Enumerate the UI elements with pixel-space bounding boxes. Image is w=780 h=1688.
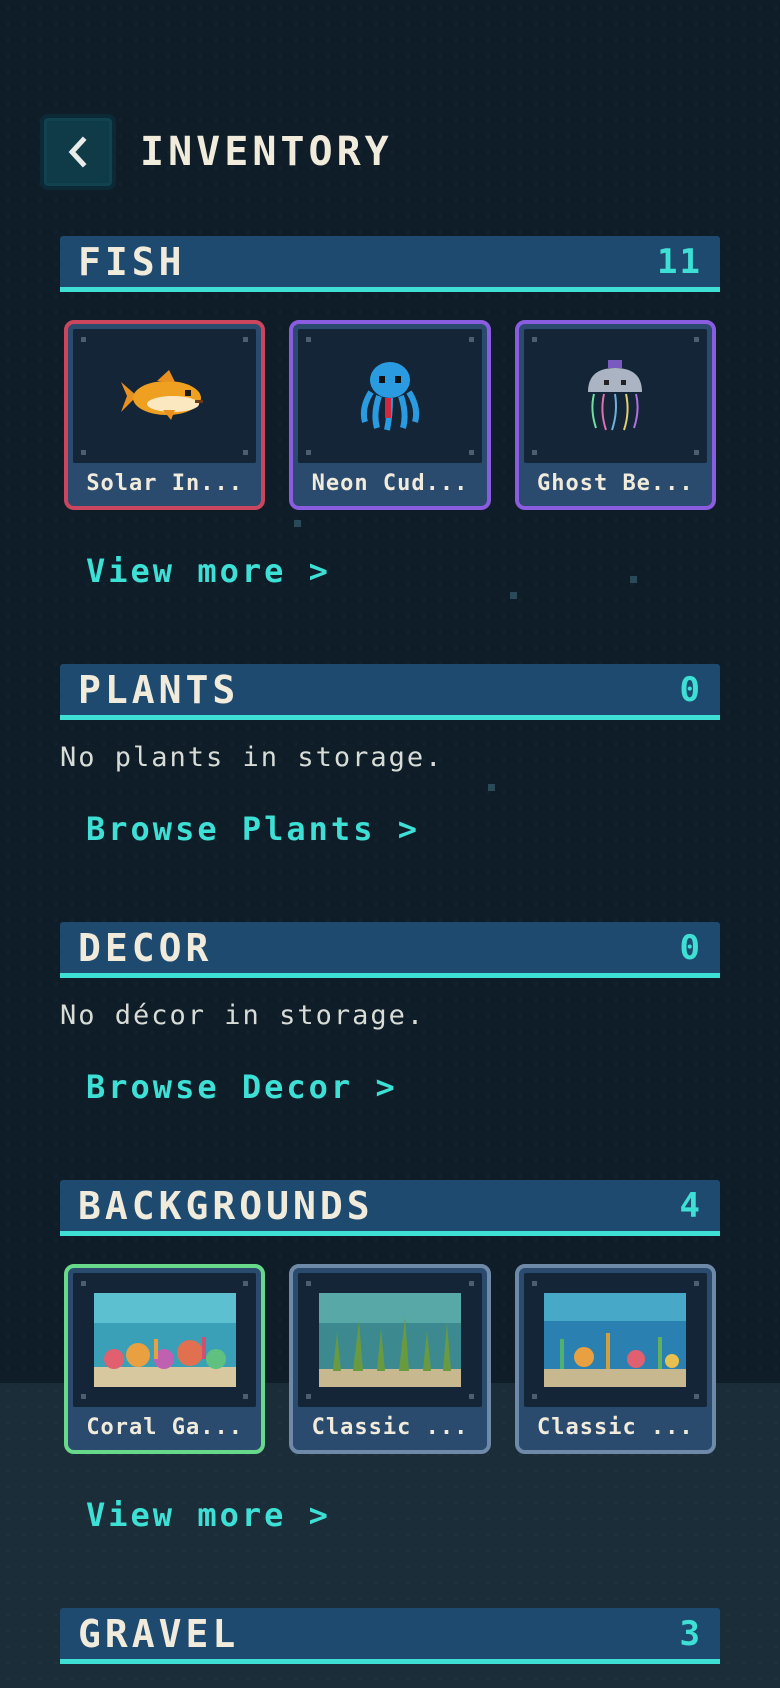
inventory-card-background[interactable]: Classic ... — [514, 1264, 716, 1454]
card-image-frame — [523, 1273, 707, 1407]
card-label: Solar In... — [86, 471, 244, 496]
view-more-backgrounds-link[interactable]: View more > — [86, 1496, 331, 1534]
blue-octopus-icon — [360, 362, 420, 431]
section-count: 0 — [679, 927, 702, 968]
back-button[interactable] — [40, 114, 116, 190]
decorative-speck — [510, 592, 517, 599]
card-image-frame — [73, 1273, 257, 1407]
section-header-gravel: GRAVEL 3 — [60, 1608, 720, 1664]
decorative-speck — [488, 784, 495, 791]
kelp-scene-icon — [318, 1293, 461, 1387]
orange-fish-icon — [120, 370, 203, 420]
card-image-frame — [298, 1273, 482, 1407]
decorative-speck — [294, 520, 301, 527]
reef-scene-icon — [544, 1293, 687, 1387]
backgrounds-card-row: Coral Ga... Classic ... Classic ... — [64, 1264, 716, 1454]
section-header-fish: FISH 11 — [60, 236, 720, 292]
section-count: 0 — [679, 669, 702, 710]
section-title: GRAVEL — [78, 1611, 240, 1656]
page-header: INVENTORY — [40, 112, 393, 192]
inventory-card-background[interactable]: Classic ... — [289, 1264, 491, 1454]
section-count: 4 — [679, 1185, 702, 1226]
section-count: 11 — [657, 241, 702, 282]
card-label: Coral Ga... — [86, 1415, 244, 1440]
inventory-card-fish[interactable]: Ghost Be... — [514, 320, 716, 510]
section-header-plants: PLANTS 0 — [60, 664, 720, 720]
inventory-card-fish[interactable]: Neon Cud... — [289, 320, 491, 510]
card-label: Classic ... — [536, 1415, 694, 1440]
jellyfish-icon — [588, 360, 643, 431]
card-label: Ghost Be... — [536, 471, 694, 496]
section-header-decor: DECOR 0 — [60, 922, 720, 978]
card-image-frame — [298, 329, 482, 463]
fish-card-row: Solar In... Neon Cud... Ghost Be... — [64, 320, 716, 510]
card-label: Classic ... — [311, 1415, 469, 1440]
section-title: FISH — [78, 239, 186, 284]
browse-plants-link[interactable]: Browse Plants > — [86, 810, 420, 848]
card-image-frame — [523, 329, 707, 463]
plants-empty-message: No plants in storage. — [60, 742, 444, 773]
section-title: DECOR — [78, 925, 213, 970]
card-label: Neon Cud... — [311, 471, 469, 496]
browse-decor-link[interactable]: Browse Decor > — [86, 1068, 398, 1106]
decor-empty-message: No décor in storage. — [60, 1000, 426, 1031]
section-title: PLANTS — [78, 667, 240, 712]
view-more-fish-link[interactable]: View more > — [86, 552, 331, 590]
coral-garden-scene-icon — [93, 1293, 236, 1387]
inventory-card-background[interactable]: Coral Ga... — [64, 1264, 266, 1454]
chevron-left-icon — [68, 136, 87, 168]
card-image-frame — [73, 329, 257, 463]
inventory-card-fish[interactable]: Solar In... — [64, 320, 266, 510]
section-header-backgrounds: BACKGROUNDS 4 — [60, 1180, 720, 1236]
decorative-speck — [630, 576, 637, 583]
section-title: BACKGROUNDS — [78, 1183, 374, 1228]
page-title: INVENTORY — [140, 129, 393, 175]
section-count: 3 — [679, 1613, 702, 1654]
